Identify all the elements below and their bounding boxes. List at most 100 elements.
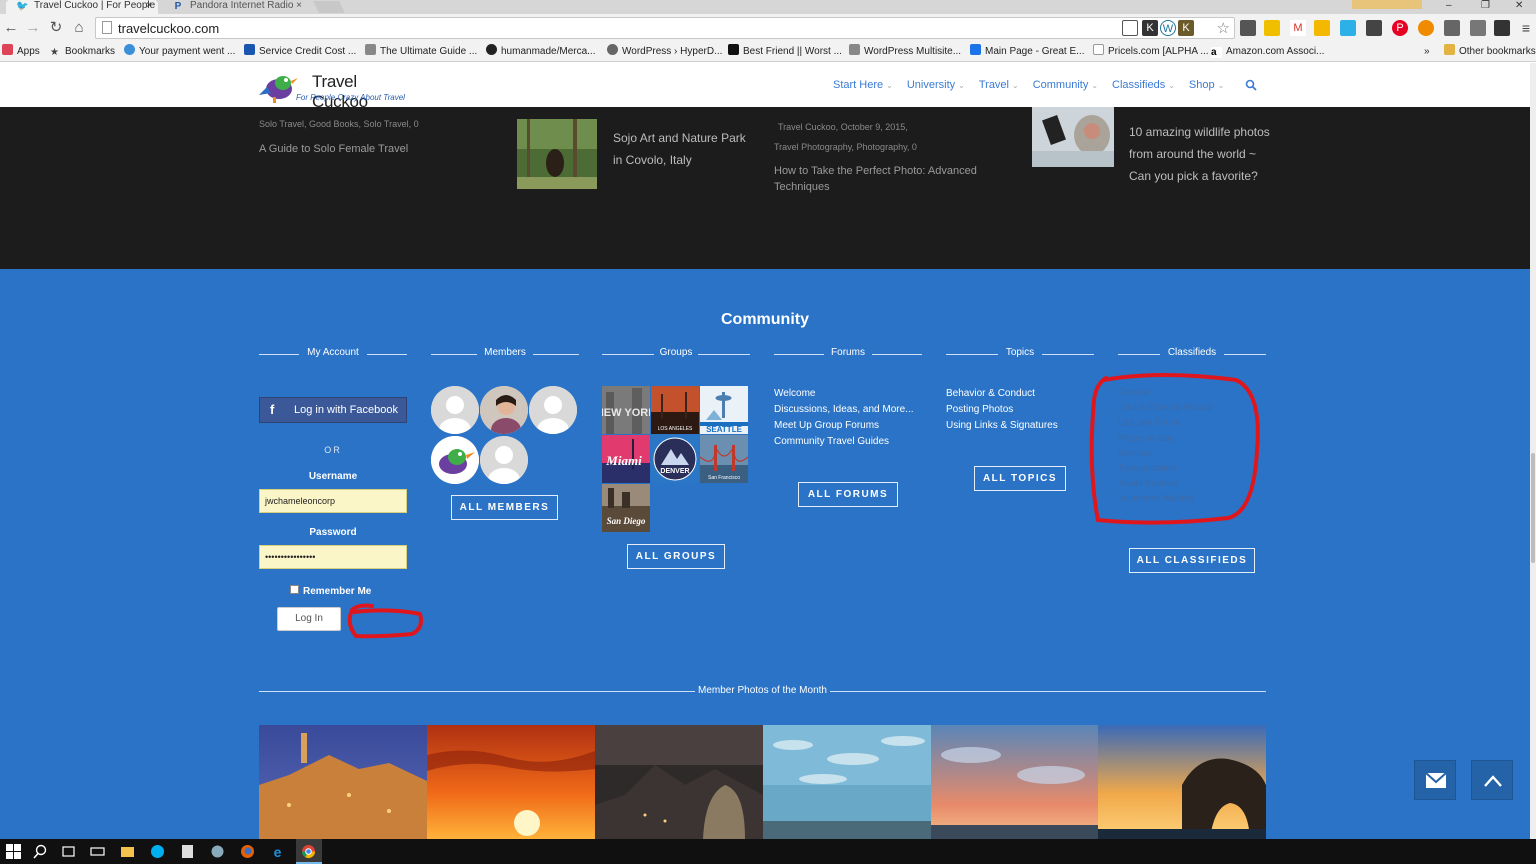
wordpress-extension-icon[interactable]: W <box>1160 20 1176 36</box>
other-bookmarks[interactable]: Other bookmarks <box>1444 44 1536 60</box>
chrome-taskbar-active[interactable] <box>296 839 322 864</box>
keyboard-icon[interactable] <box>90 844 105 859</box>
task-view-icon[interactable] <box>61 844 76 859</box>
nav-start-here[interactable]: Start Here ⌄ <box>833 79 893 91</box>
nav-university[interactable]: University ⌄ <box>907 79 965 91</box>
group-los-angeles[interactable]: LOS ANGELES <box>651 386 699 434</box>
all-classifieds-button[interactable]: ALL CLASSIFIEDS <box>1129 548 1255 573</box>
classified-link-jobs[interactable]: Jobs & Working Abroad <box>1118 400 1212 415</box>
bookmark-apps[interactable]: Apps <box>2 44 40 60</box>
forward-arrow-icon[interactable]: → <box>24 19 42 37</box>
k2-extension-icon[interactable]: K <box>1178 20 1194 36</box>
all-groups-button[interactable]: ALL GROUPS <box>627 544 725 569</box>
forum-link-discussions[interactable]: Discussions, Ideas, and More... <box>774 402 914 418</box>
pocket-extension-icon[interactable] <box>1366 20 1382 36</box>
extension-icon[interactable] <box>1418 20 1434 36</box>
window-close-icon[interactable]: ✕ <box>1515 0 1523 12</box>
group-seattle[interactable]: SEATTLE <box>700 386 748 434</box>
search-icon[interactable] <box>33 844 48 859</box>
bookmark-item[interactable]: Pricels.com [ALPHA ... <box>1093 44 1209 60</box>
extension-icon[interactable] <box>1264 20 1280 36</box>
classified-link-general[interactable]: General <box>1118 385 1212 400</box>
forum-link-travel-guides[interactable]: Community Travel Guides <box>774 434 914 450</box>
topic-link-posting-photos[interactable]: Posting Photos <box>946 402 1058 418</box>
nav-classifieds[interactable]: Classifieds ⌄ <box>1112 79 1175 91</box>
member-photo[interactable] <box>763 725 931 839</box>
contact-button[interactable] <box>1414 760 1456 800</box>
member-photo[interactable] <box>427 725 595 839</box>
member-photo[interactable] <box>259 725 427 839</box>
bookmark-item[interactable]: Main Page - Great E... <box>970 44 1085 60</box>
post-thumbnail-sojo[interactable] <box>517 119 597 189</box>
nav-travel[interactable]: Travel ⌄ <box>979 79 1019 91</box>
topic-link-using-links[interactable]: Using Links & Signatures <box>946 418 1058 434</box>
windows-start-icon[interactable] <box>6 844 21 859</box>
more-bookmarks-button[interactable]: » <box>1424 44 1430 60</box>
member-avatar[interactable] <box>529 386 577 434</box>
member-avatar[interactable] <box>431 436 479 484</box>
nav-community[interactable]: Community ⌄ <box>1033 79 1098 91</box>
extension-icon[interactable] <box>1340 20 1356 36</box>
post-title-wildlife[interactable]: 10 amazing wildlife photos from around t… <box>1129 121 1274 187</box>
member-photo[interactable] <box>1098 725 1266 839</box>
new-tab-button[interactable] <box>313 1 345 13</box>
page-scrollbar[interactable] <box>1530 63 1536 839</box>
minimize-icon[interactable]: – <box>1446 0 1452 12</box>
classified-link-volunteers[interactable]: Volunteers Wanted <box>1118 491 1212 506</box>
bookmark-item[interactable]: Your payment went ... <box>124 44 235 60</box>
all-topics-button[interactable]: ALL TOPICS <box>974 466 1066 491</box>
facebook-login-button[interactable]: f Log in with Facebook <box>259 397 407 423</box>
bookmark-item[interactable]: The Ultimate Guide ... <box>365 44 477 60</box>
site-logo[interactable]: Travel Cuckoo For People Crazy About Tra… <box>259 65 409 111</box>
tab-close-icon[interactable]: × <box>146 0 152 12</box>
back-arrow-icon[interactable]: ← <box>2 19 20 37</box>
forum-link-welcome[interactable]: Welcome <box>774 386 914 402</box>
skype-icon[interactable] <box>150 844 165 859</box>
remember-me-checkbox[interactable] <box>290 585 299 594</box>
bookmark-item[interactable]: Best Friend || Worst ... <box>728 44 842 60</box>
member-avatar[interactable] <box>431 386 479 434</box>
keep-extension-icon[interactable] <box>1314 20 1330 36</box>
member-avatar[interactable] <box>480 436 528 484</box>
classified-link-travel-buddies[interactable]: Travel Buddies <box>1118 476 1212 491</box>
reader-extension-icon[interactable] <box>1122 20 1138 36</box>
member-photo[interactable] <box>931 725 1099 839</box>
profile-badge[interactable] <box>1352 0 1422 9</box>
gmail-extension-icon[interactable]: M <box>1290 20 1306 36</box>
post-title-perfect-photo[interactable]: How to Take the Perfect Photo: Advanced … <box>774 163 989 195</box>
tab-close-icon[interactable]: × <box>296 0 302 12</box>
search-icon[interactable] <box>1245 79 1257 91</box>
k-extension-icon[interactable]: K <box>1142 20 1158 36</box>
group-denver[interactable]: DENVER <box>651 435 699 483</box>
classified-link-transportation[interactable]: Transportation <box>1118 461 1212 476</box>
pinterest-extension-icon[interactable]: P <box>1392 20 1408 36</box>
file-explorer-icon[interactable] <box>120 844 135 859</box>
bookmark-item[interactable]: WordPress Multisite... <box>849 44 961 60</box>
username-input[interactable]: jwchameleoncorp <box>259 489 407 513</box>
bookmark-item[interactable]: humanmade/Merca... <box>486 44 596 60</box>
nav-shop[interactable]: Shop ⌄ <box>1189 79 1224 91</box>
forum-link-meetup[interactable]: Meet Up Group Forums <box>774 418 914 434</box>
group-new-york[interactable]: NEW YORK <box>602 386 650 434</box>
calculator-icon[interactable] <box>180 844 195 859</box>
reload-icon[interactable]: ↻ <box>47 19 65 37</box>
extension-icon[interactable] <box>1494 20 1510 36</box>
edge-icon[interactable]: e <box>270 844 285 859</box>
post-title-sojo[interactable]: Sojo Art and Nature Park in Covolo, Ital… <box>613 127 758 171</box>
bookmark-item[interactable]: ★ Bookmarks <box>50 44 115 60</box>
remember-me[interactable]: Remember Me <box>290 585 371 597</box>
app-icon[interactable] <box>210 844 225 859</box>
classified-link-places-to-stay[interactable]: Places to stay <box>1118 431 1212 446</box>
group-san-francisco[interactable]: San Francisco <box>700 435 748 483</box>
all-members-button[interactable]: ALL MEMBERS <box>451 495 558 520</box>
scroll-to-top-button[interactable] <box>1471 760 1513 800</box>
login-button[interactable]: Log In <box>277 607 341 631</box>
classified-link-lost-found[interactable]: Lost and Found <box>1118 415 1212 430</box>
wrench-icon[interactable] <box>1470 20 1486 36</box>
extension-icon[interactable] <box>1240 20 1256 36</box>
bookmark-item[interactable]: WordPress › HyperD... <box>607 44 722 60</box>
star-bookmark-icon[interactable]: ☆ <box>1217 19 1230 37</box>
bookmark-item[interactable]: a Amazon.com Associ... <box>1211 44 1324 60</box>
menu-icon[interactable]: ≡ <box>1518 20 1534 36</box>
topic-link-behavior[interactable]: Behavior & Conduct <box>946 386 1058 402</box>
